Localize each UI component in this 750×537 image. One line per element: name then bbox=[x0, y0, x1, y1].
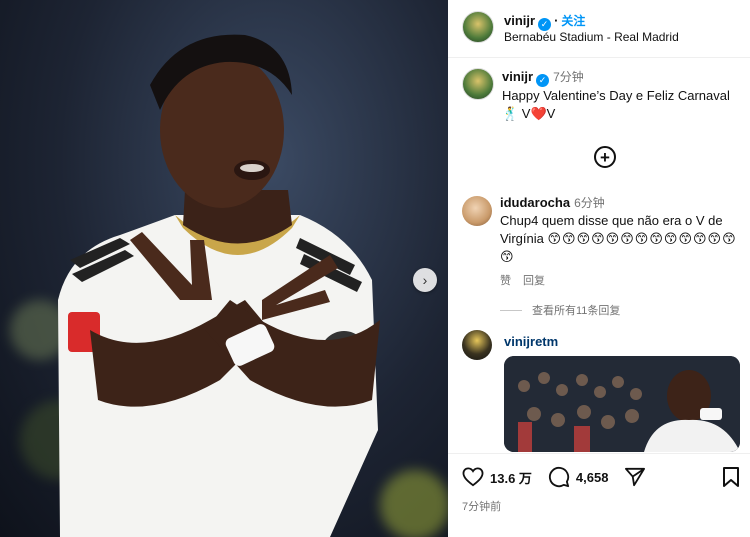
post-caption: vinijr ✓ 7分钟 Happy Valentine’s Day e Feliz… bbox=[462, 68, 742, 123]
post-detail-panel: vinijr ✓ · 关注 Bernabéu Stadium - Real Madri… bbox=[448, 0, 750, 537]
comment-time: 6分钟 bbox=[574, 196, 605, 210]
bookmark-icon bbox=[723, 467, 739, 487]
reply-username[interactable]: vinijretm bbox=[504, 334, 558, 349]
crowd-photo bbox=[504, 356, 740, 452]
post-header: vinijr ✓ · 关注 Bernabéu Stadium - Real Madri… bbox=[448, 0, 750, 58]
reply-avatar[interactable] bbox=[462, 330, 492, 360]
caption-time: 7分钟 bbox=[553, 70, 584, 84]
follow-button[interactable]: 关注 bbox=[561, 14, 585, 28]
like-count[interactable]: 13.6 万 bbox=[490, 468, 532, 487]
view-all-replies-button[interactable]: 查看所有11条回复 bbox=[500, 302, 620, 318]
comment-item: idudarocha 6分钟 Chup4 quem disse que não e… bbox=[462, 194, 748, 288]
commenter-avatar[interactable] bbox=[462, 196, 492, 226]
load-more-comments-button[interactable]: + bbox=[594, 146, 616, 168]
chevron-right-icon: › bbox=[422, 272, 428, 288]
like-comment-button[interactable]: 赞 bbox=[500, 275, 511, 287]
comment-username[interactable]: idudarocha bbox=[500, 195, 570, 210]
post-photo[interactable]: hp Em › bbox=[0, 0, 448, 537]
player-figure: hp Em bbox=[58, 34, 380, 537]
share-button[interactable] bbox=[624, 467, 646, 487]
share-arrow-icon bbox=[625, 467, 646, 487]
author-username[interactable]: vinijr bbox=[504, 13, 535, 28]
author-avatar[interactable] bbox=[462, 11, 494, 43]
save-button[interactable] bbox=[722, 466, 740, 493]
caption-text: Happy Valentine’s Day e Feliz Carnaval 🕺… bbox=[502, 88, 730, 121]
comment-count[interactable]: 4,658 bbox=[576, 470, 609, 485]
comment-actions: 赞回复 bbox=[500, 272, 748, 288]
reply-button[interactable]: 回复 bbox=[523, 275, 545, 287]
plus-icon: + bbox=[600, 147, 610, 167]
caption-avatar[interactable] bbox=[462, 68, 494, 100]
post-timestamp: 7分钟前 bbox=[462, 501, 502, 513]
verified-badge-icon: ✓ bbox=[536, 74, 550, 87]
separator-dot: · bbox=[554, 13, 559, 28]
reply-image[interactable] bbox=[504, 356, 740, 452]
post-location[interactable]: Bernabéu Stadium - Real Madrid bbox=[504, 30, 679, 44]
comment-bubble-icon bbox=[548, 466, 570, 488]
heart-icon bbox=[462, 467, 484, 487]
comment-button[interactable] bbox=[548, 466, 570, 488]
like-button[interactable] bbox=[462, 467, 484, 487]
header-username-row: vinijr ✓ · 关注 bbox=[504, 12, 585, 31]
caption-username[interactable]: vinijr bbox=[502, 69, 533, 84]
next-photo-button[interactable]: › bbox=[413, 268, 437, 292]
post-action-bar: 13.6 万 4,658 7分钟前 bbox=[448, 453, 750, 537]
